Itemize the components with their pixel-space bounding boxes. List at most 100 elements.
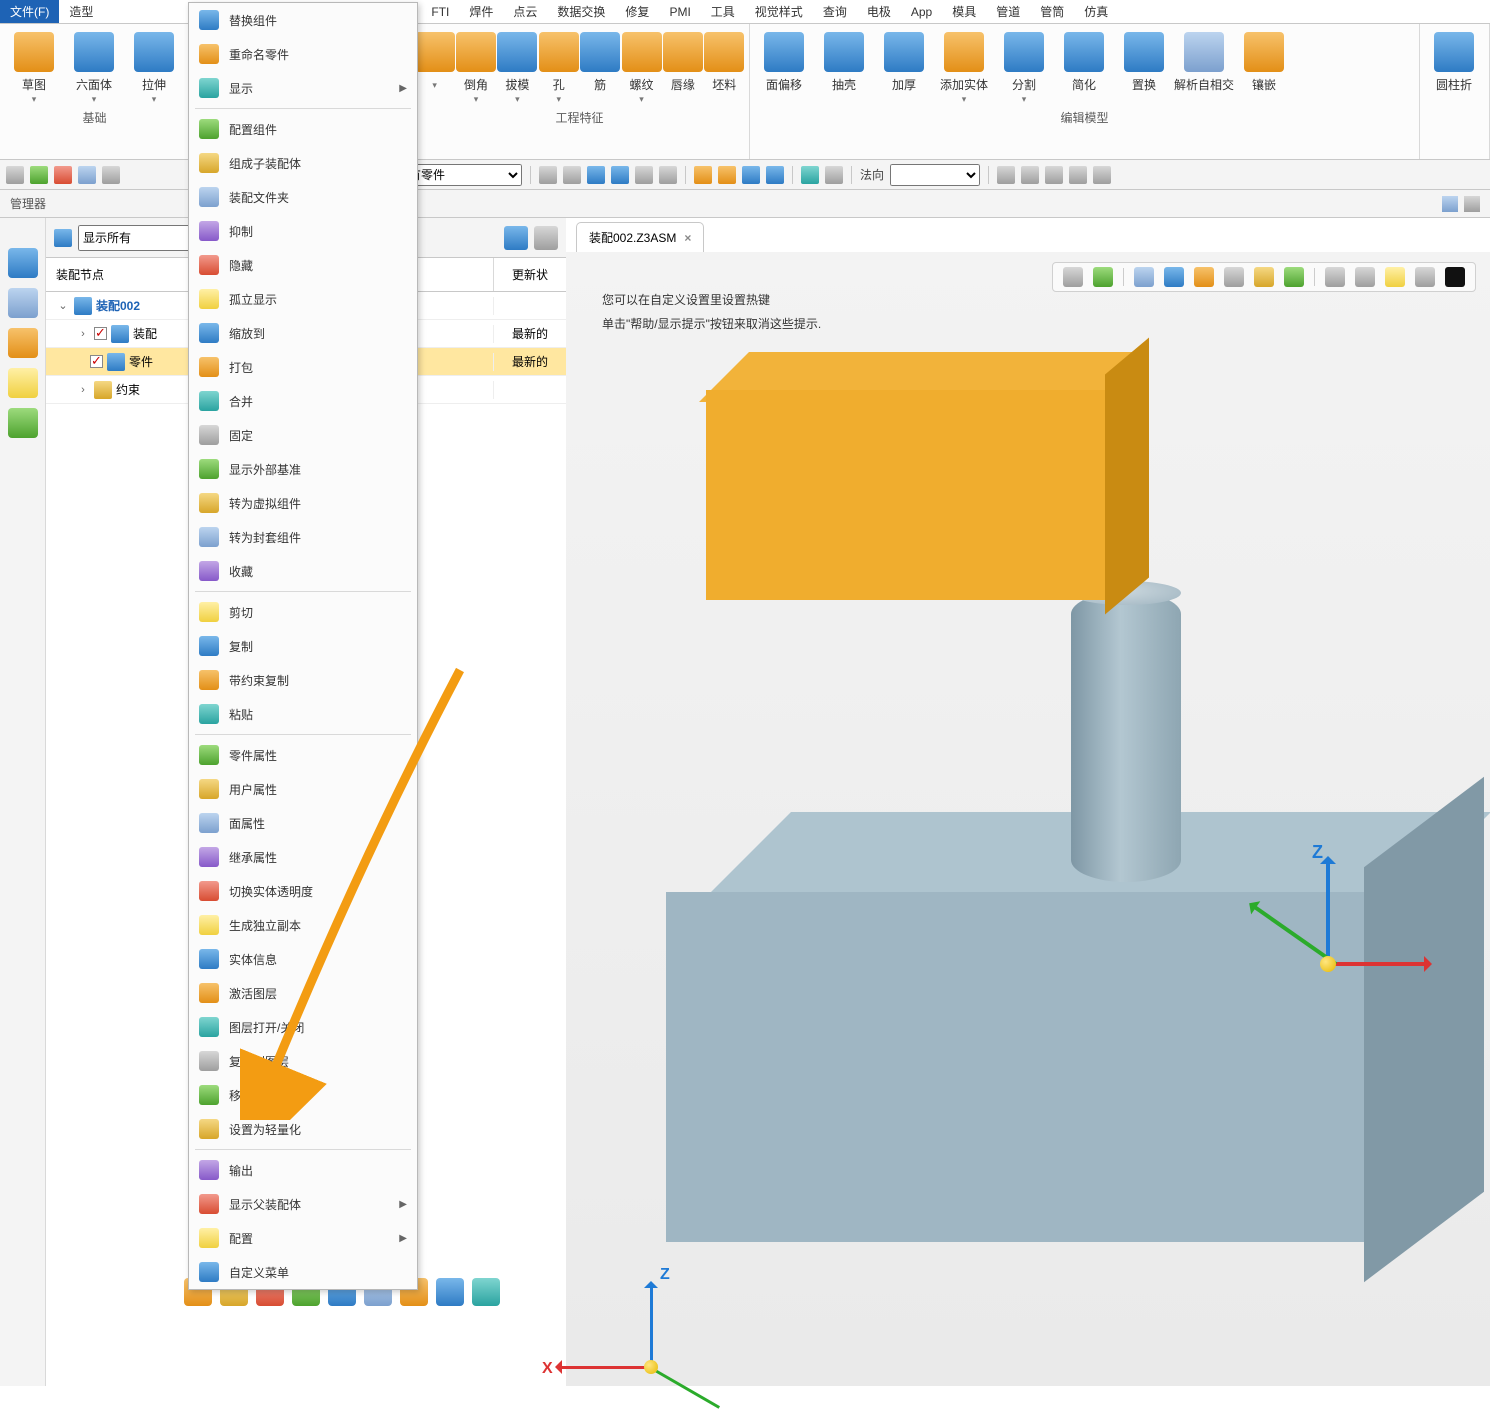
vtb-ball-icon[interactable]	[1284, 267, 1304, 287]
menu-mold[interactable]: 模具	[942, 0, 986, 23]
menu-pmi[interactable]: PMI	[659, 0, 700, 23]
model-cylinder[interactable]	[1071, 592, 1181, 882]
menu-weldment[interactable]: 焊件	[459, 0, 503, 23]
rbtn-draft[interactable]: 拔模▾	[497, 28, 538, 105]
rbtn-lip[interactable]: 唇缘	[662, 28, 703, 105]
ctx-item-6[interactable]: 装配文件夹	[189, 180, 417, 214]
ctx-item-5[interactable]: 组成子装配体	[189, 146, 417, 180]
ctx-item-1[interactable]: 重命名零件	[189, 37, 417, 71]
ctx-item-31[interactable]: 激活图层	[189, 976, 417, 1010]
ctx-item-15[interactable]: 转为虚拟组件	[189, 486, 417, 520]
menu-modeling[interactable]: 造型	[59, 0, 103, 23]
menu-query[interactable]: 查询	[813, 0, 857, 23]
menu-file[interactable]: 文件(F)	[0, 0, 59, 23]
rbtn-rib[interactable]: 筋	[580, 28, 621, 105]
manager-view1-icon[interactable]	[1442, 196, 1458, 212]
menu-tube[interactable]: 管筒	[1030, 0, 1074, 23]
menu-app[interactable]: App	[901, 0, 942, 23]
menu-pipe[interactable]: 管道	[986, 0, 1030, 23]
vtb-solid-icon[interactable]	[1194, 267, 1214, 287]
menu-fti[interactable]: FTI	[421, 0, 459, 23]
ctx-item-13[interactable]: 固定	[189, 418, 417, 452]
strip-user-icon[interactable]	[8, 408, 38, 438]
rbtn-cylfold[interactable]: 圆柱折	[1424, 28, 1484, 92]
q10-icon[interactable]	[766, 166, 784, 184]
sort-icon[interactable]	[534, 226, 558, 250]
rbtn-stock[interactable]: 坯料	[704, 28, 745, 105]
ctx-item-30[interactable]: 实体信息	[189, 942, 417, 976]
vtb-box-icon[interactable]	[1164, 267, 1184, 287]
vtb-target-icon[interactable]	[1325, 267, 1345, 287]
rbtn-thread[interactable]: 螺纹▾	[621, 28, 662, 105]
rbtn-cube[interactable]: 六面体▾	[64, 28, 124, 105]
scope-icon[interactable]	[102, 166, 120, 184]
vtb-cube-icon[interactable]	[1093, 267, 1113, 287]
rbtn-tess[interactable]: 镶嵌	[1234, 28, 1294, 105]
ctx-item-8[interactable]: 隐藏	[189, 248, 417, 282]
menu-pointcloud[interactable]: 点云	[503, 0, 547, 23]
checkbox[interactable]	[94, 327, 107, 340]
q6-icon[interactable]	[659, 166, 677, 184]
vtb-iso-icon[interactable]	[1254, 267, 1274, 287]
direction-select[interactable]	[890, 164, 980, 186]
rbtn-chamfer[interactable]: 倒角▾	[455, 28, 496, 105]
ctx-item-24[interactable]: 零件属性	[189, 738, 417, 772]
ctx-item-0[interactable]: 替换组件	[189, 3, 417, 37]
ctx-item-14[interactable]: 显示外部基准	[189, 452, 417, 486]
ctx-item-11[interactable]: 打包	[189, 350, 417, 384]
q9-icon[interactable]	[742, 166, 760, 184]
document-tab[interactable]: 装配002.Z3ASM ×	[576, 222, 704, 252]
chevron-right-icon[interactable]: ›	[76, 384, 90, 396]
select-rect-icon[interactable]	[78, 166, 96, 184]
q3-icon[interactable]	[587, 166, 605, 184]
foot-icon-8[interactable]	[436, 1278, 464, 1306]
rbtn-hole[interactable]: 孔▾	[538, 28, 579, 105]
minus-icon[interactable]	[54, 166, 72, 184]
q12-icon[interactable]	[825, 166, 843, 184]
ctx-item-19[interactable]: 剪切	[189, 595, 417, 629]
ctx-item-27[interactable]: 继承属性	[189, 840, 417, 874]
rbtn-thicken[interactable]: 加厚	[874, 28, 934, 105]
ctx-item-20[interactable]: 复制	[189, 629, 417, 663]
menu-simulation[interactable]: 仿真	[1074, 0, 1118, 23]
ctx-item-35[interactable]: 设置为轻量化	[189, 1112, 417, 1146]
pointer-icon[interactable]	[6, 166, 24, 184]
q2-icon[interactable]	[563, 166, 581, 184]
ctx-item-39[interactable]: 配置▶	[189, 1221, 417, 1255]
ctx-item-40[interactable]: 自定义菜单	[189, 1255, 417, 1289]
checkbox[interactable]	[90, 355, 103, 368]
cur-icon[interactable]	[997, 166, 1015, 184]
ctx-item-17[interactable]: 收藏	[189, 554, 417, 588]
rbtn-offset[interactable]: 面偏移	[754, 28, 814, 105]
q1-icon[interactable]	[539, 166, 557, 184]
vtb-back-icon[interactable]	[1063, 267, 1083, 287]
menu-tools[interactable]: 工具	[701, 0, 745, 23]
ctx-item-9[interactable]: 孤立显示	[189, 282, 417, 316]
strip-view-icon[interactable]	[8, 368, 38, 398]
vtb-color-icon[interactable]	[1445, 267, 1465, 287]
record-icon[interactable]	[1045, 166, 1063, 184]
ctx-item-25[interactable]: 用户属性	[189, 772, 417, 806]
q7-icon[interactable]	[694, 166, 712, 184]
vtb-wire-icon[interactable]	[1224, 267, 1244, 287]
ctx-item-38[interactable]: 显示父装配体▶	[189, 1187, 417, 1221]
chevron-down-icon[interactable]: ⌄	[56, 299, 70, 312]
viewport[interactable]: 您可以在自定义设置里设置热键 单击"帮助/显示提示"按钮来取消这些提示. Z Z…	[566, 252, 1490, 1386]
circleplay-icon[interactable]	[1093, 166, 1111, 184]
play-icon[interactable]	[1021, 166, 1039, 184]
rbtn-selfint[interactable]: 解析自相交	[1174, 28, 1234, 105]
ctx-item-4[interactable]: 配置组件	[189, 112, 417, 146]
strip-tree-icon[interactable]	[8, 288, 38, 318]
vtb-highlight-icon[interactable]	[1385, 267, 1405, 287]
ctx-item-21[interactable]: 带约束复制	[189, 663, 417, 697]
ctx-item-28[interactable]: 切换实体透明度	[189, 874, 417, 908]
vtb-pencil-icon[interactable]	[1134, 267, 1154, 287]
q4-icon[interactable]	[611, 166, 629, 184]
q11-icon[interactable]	[801, 166, 819, 184]
ctx-item-26[interactable]: 面属性	[189, 806, 417, 840]
filter-icon[interactable]	[504, 226, 528, 250]
rbtn-split[interactable]: 分割▾	[994, 28, 1054, 105]
rbtn-f1[interactable]: ▾	[414, 28, 455, 105]
ctx-item-22[interactable]: 粘贴	[189, 697, 417, 731]
rbtn-simplify[interactable]: 简化	[1054, 28, 1114, 105]
